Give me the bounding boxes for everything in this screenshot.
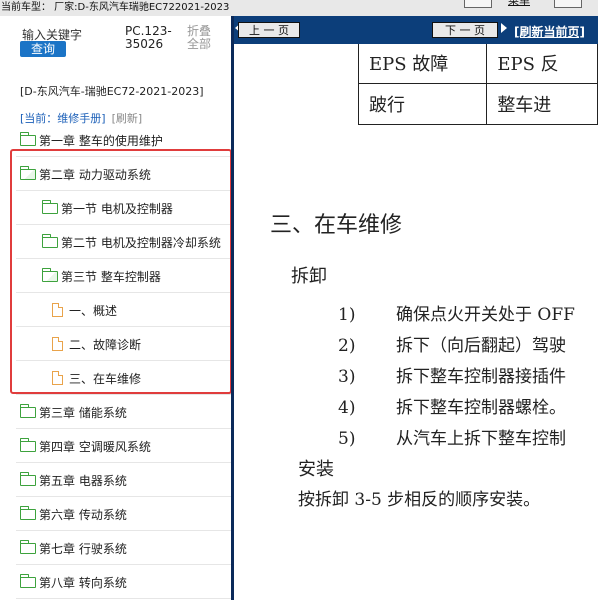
folder-icon: [20, 403, 36, 418]
top-status-bar: 当前车型： 厂家:D-东风汽车瑞驰EC722021-2023 菜单: [0, 0, 598, 16]
tree-item-chapter-7[interactable]: 第七章 行驶系统: [0, 531, 231, 565]
tree-item-chapter-3[interactable]: 第三章 储能系统: [0, 395, 231, 429]
table-row: 跛行 整车进: [357, 83, 598, 125]
sidebar: 输入关键字 查询 PC.123-35026 折叠全部 [D-东风汽车-瑞驰EC7…: [0, 16, 231, 600]
tree-item-label: 第六章 传动系统: [39, 507, 127, 522]
step-number: 3): [338, 367, 356, 387]
install-heading: 安装: [298, 459, 334, 480]
next-page-button[interactable]: 下 一 页: [432, 22, 498, 38]
tree-item-label: 第二章 动力驱动系统: [39, 167, 151, 182]
tree-item-label: 一、概述: [69, 303, 118, 318]
tree-item-label: 第一节 电机及控制器: [61, 201, 173, 216]
folder-icon: [42, 199, 58, 214]
search-button[interactable]: 查询: [20, 41, 66, 57]
step-text: 拆下整车控制器接插件: [396, 367, 566, 387]
folder-icon: [20, 471, 36, 486]
tree-item-chapter-8[interactable]: 第八章 转向系统: [0, 565, 231, 599]
prev-page-button[interactable]: 上 一 页: [238, 22, 300, 38]
folder-open-icon: [20, 165, 36, 180]
folder-icon: [20, 573, 36, 588]
tree-item-label: 第七章 行驶系统: [39, 541, 127, 556]
table-cell: 跛行: [357, 83, 488, 125]
toolbar-button-icon[interactable]: [464, 0, 492, 8]
step-number: 1): [338, 305, 356, 325]
step-text: 拆下（向后翻起）驾驶: [396, 336, 566, 356]
folder-open-icon: [42, 267, 58, 282]
pc-code: PC.123-35026: [125, 24, 172, 51]
menu-link[interactable]: 菜单: [508, 0, 530, 9]
install-text: 按拆卸 3-5 步相反的顺序安装。: [298, 490, 541, 510]
tree-item-chapter-4[interactable]: 第四章 空调暖风系统: [0, 429, 231, 463]
document-view: EPS 故障 EPS 反 跛行 整车进 三、在车维修 拆卸 1) 确保点火开关处于…: [234, 44, 598, 600]
page-nav-bar: 上 一 页 下 一 页 [刷新当前页]: [234, 16, 598, 44]
tree-item-label: 第三节 整车控制器: [61, 269, 161, 284]
tree-item-label: 第八章 转向系统: [39, 575, 127, 590]
removal-step: 5) 从汽车上拆下整车控制: [338, 424, 566, 449]
current-vehicle-text: 当前车型： 厂家:D-东风汽车瑞驰EC722021-2023: [1, 2, 230, 13]
table-cell: EPS 故障: [357, 44, 488, 84]
document-icon: [52, 337, 63, 351]
document-icon: [52, 371, 63, 385]
tree-item-chapter-2[interactable]: 第二章 动力驱动系统: [0, 157, 231, 191]
tree-item-label: 二、故障诊断: [69, 337, 142, 352]
arrow-right-icon[interactable]: [501, 23, 507, 33]
folder-icon: [20, 505, 36, 520]
step-text: 确保点火开关处于 OFF: [396, 305, 575, 325]
tree-item-label: 第三章 储能系统: [39, 405, 127, 420]
removal-step: 4) 拆下整车控制器螺栓。: [338, 393, 566, 418]
tree-item-label: 第四章 空调暖风系统: [39, 439, 151, 454]
tree-item-onboard-repair[interactable]: 三、在车维修: [0, 361, 231, 395]
table-row: EPS 故障 EPS 反: [357, 44, 598, 84]
removal-step: 3) 拆下整车控制器接插件: [338, 362, 566, 387]
tree-item-label: 第一章 整车的使用维护: [39, 133, 163, 148]
removal-step: 1) 确保点火开关处于 OFF: [338, 300, 575, 325]
tree-item-label: 第五章 电器系统: [39, 473, 127, 488]
tree-item-label: 三、在车维修: [69, 371, 142, 386]
folder-icon: [42, 233, 58, 248]
step-number: 4): [338, 398, 356, 418]
document-icon: [52, 303, 63, 317]
table-cell: 整车进: [486, 83, 598, 125]
tree-item-chapter-1[interactable]: 第一章 整车的使用维护: [0, 123, 231, 157]
step-number: 2): [338, 336, 356, 356]
step-text: 拆下整车控制器螺栓。: [396, 398, 566, 418]
section-title: 三、在车维修: [270, 213, 403, 238]
tree-item-fault-diagnosis[interactable]: 二、故障诊断: [0, 327, 231, 361]
step-text: 从汽车上拆下整车控制: [396, 429, 566, 449]
tree-item-chapter-6[interactable]: 第六章 传动系统: [0, 497, 231, 531]
removal-heading: 拆卸: [291, 266, 327, 287]
tree-item-overview[interactable]: 一、概述: [0, 293, 231, 327]
tree-item-section-1[interactable]: 第一节 电机及控制器: [0, 191, 231, 225]
vehicle-title: [D-东风汽车-瑞驰EC72-2021-2023]: [20, 85, 204, 98]
folder-icon: [20, 131, 36, 146]
table-cell: EPS 反: [486, 44, 598, 84]
tree-item-section-3[interactable]: 第三节 整车控制器: [0, 259, 231, 293]
removal-step: 2) 拆下（向后翻起）驾驶: [338, 331, 566, 356]
fault-table: EPS 故障 EPS 反 跛行 整车进: [357, 44, 598, 125]
toolbar-button-icon[interactable]: [554, 0, 582, 8]
collapse-all-button[interactable]: 折叠全部: [187, 25, 221, 51]
tree-item-label: 第二节 电机及控制器冷却系统: [61, 235, 221, 250]
folder-icon: [20, 539, 36, 554]
step-number: 5): [338, 429, 356, 449]
tree-item-chapter-5[interactable]: 第五章 电器系统: [0, 463, 231, 497]
folder-icon: [20, 437, 36, 452]
tree-item-section-2[interactable]: 第二节 电机及控制器冷却系统: [0, 225, 231, 259]
refresh-page-link[interactable]: [刷新当前页]: [514, 23, 585, 40]
